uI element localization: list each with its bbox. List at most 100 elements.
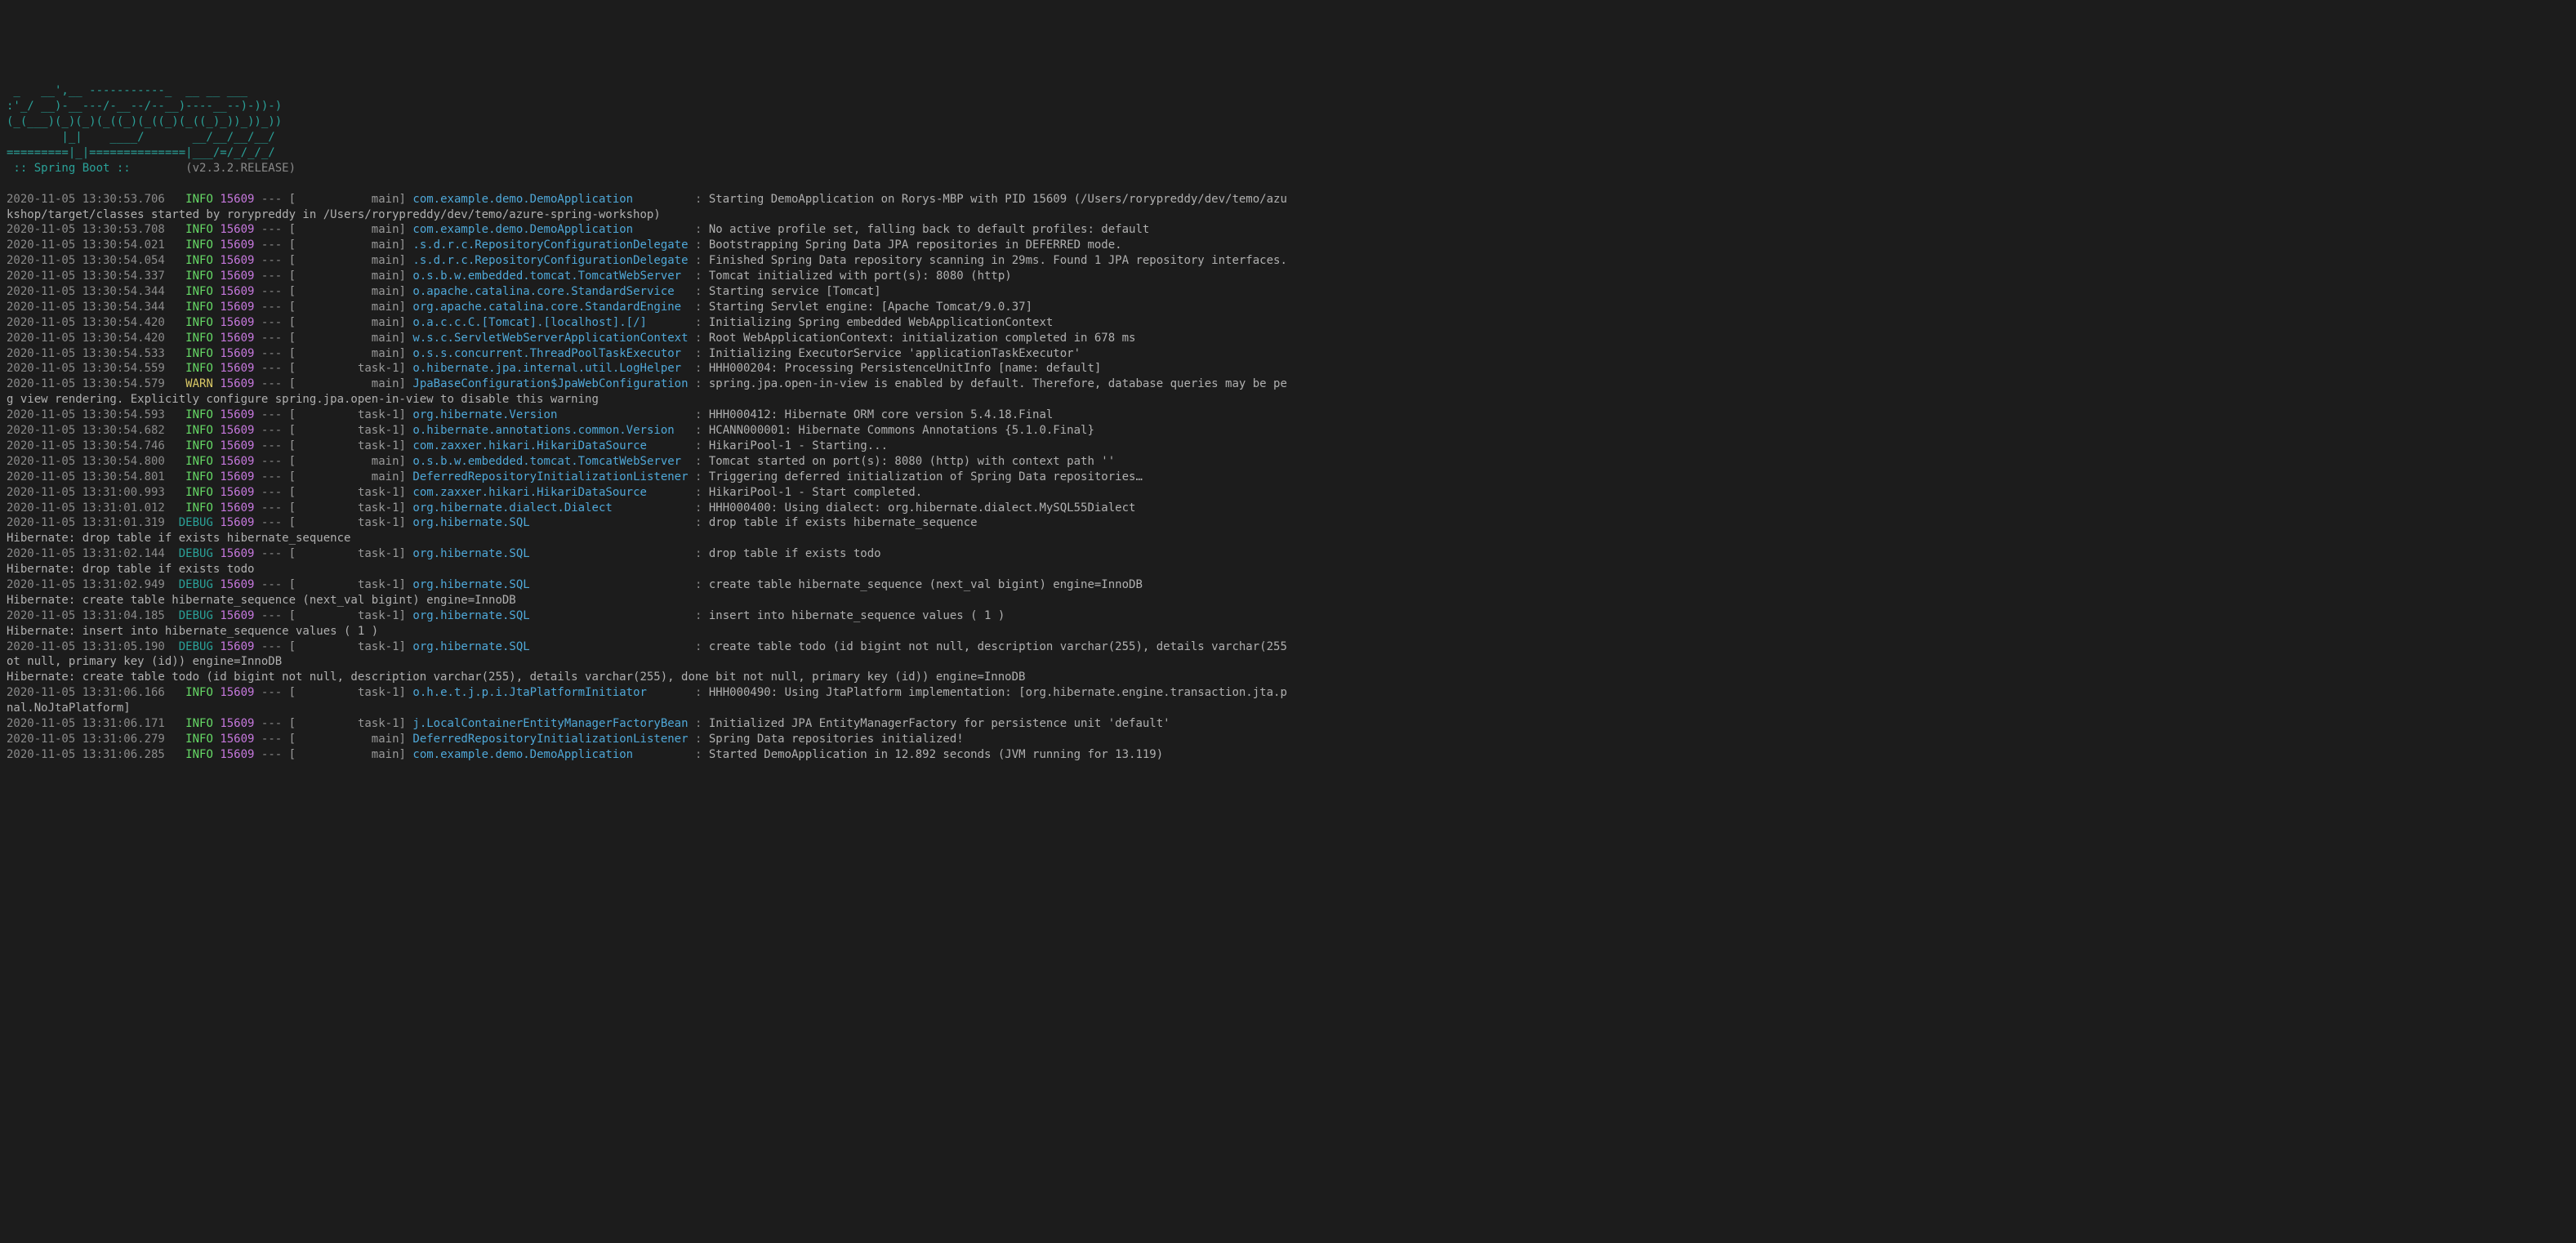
log-pid: 15609 [220,455,254,468]
log-timestamp: 2020-11-05 13:31:06.279 [7,733,165,746]
log-separator: --- [261,486,282,499]
log-level: INFO [179,439,213,452]
log-pid: 15609 [220,316,254,329]
log-separator: --- [261,347,282,360]
log-timestamp: 2020-11-05 13:30:53.706 [7,193,165,206]
log-level: INFO [179,238,213,252]
log-separator: --- [261,609,282,622]
log-separator: --- [261,516,282,529]
log-thread: [ task-1] [289,486,406,499]
log-level: INFO [179,332,213,345]
log-colon: : [695,362,702,375]
log-message: Tomcat initialized with port(s): 8080 (h… [709,270,1012,283]
log-separator: --- [261,640,282,653]
log-pid: 15609 [220,362,254,375]
log-thread: [ task-1] [289,686,406,699]
log-logger: com.example.demo.DemoApplication [412,193,688,206]
log-message: spring.jpa.open-in-view is enabled by de… [709,377,1287,390]
log-thread: [ task-1] [289,578,406,591]
log-separator: --- [261,285,282,298]
log-message: HHH000490: Using JtaPlatform implementat… [709,686,1287,699]
log-separator: --- [261,316,282,329]
log-thread: [ main] [289,238,406,252]
log-separator: --- [261,332,282,345]
log-line: 2020-11-05 13:30:53.706 INFO 15609 --- [… [7,192,2569,207]
log-line: g view rendering. Explicitly configure s… [7,392,2569,408]
log-message: HHH000412: Hibernate ORM core version 5.… [709,408,1053,421]
log-logger: com.example.demo.DemoApplication [412,223,688,236]
log-separator: --- [261,270,282,283]
log-logger: .s.d.r.c.RepositoryConfigurationDelegate [412,238,688,252]
log-logger: JpaBaseConfiguration$JpaWebConfiguration [412,377,688,390]
log-colon: : [695,377,702,390]
log-timestamp: 2020-11-05 13:31:02.144 [7,547,165,560]
log-line: Hibernate: drop table if exists hibernat… [7,531,2569,546]
log-level: INFO [179,408,213,421]
log-timestamp: 2020-11-05 13:30:54.021 [7,238,165,252]
log-separator: --- [261,424,282,437]
log-message: HikariPool-1 - Start completed. [709,486,922,499]
log-level: INFO [179,424,213,437]
log-line: 2020-11-05 13:31:06.279 INFO 15609 --- [… [7,732,2569,747]
log-timestamp: 2020-11-05 13:30:54.533 [7,347,165,360]
log-line: 2020-11-05 13:30:54.344 INFO 15609 --- [… [7,284,2569,300]
log-separator: --- [261,470,282,483]
log-logger: o.hibernate.annotations.common.Version [412,424,688,437]
log-level: INFO [179,362,213,375]
log-thread: [ main] [289,470,406,483]
log-message: HHH000400: Using dialect: org.hibernate.… [709,501,1136,515]
log-level: INFO [179,686,213,699]
log-line: 2020-11-05 13:30:54.682 INFO 15609 --- [… [7,423,2569,439]
log-level: DEBUG [179,578,213,591]
log-level: DEBUG [179,516,213,529]
log-thread: [ main] [289,347,406,360]
log-line: 2020-11-05 13:31:06.171 INFO 15609 --- [… [7,716,2569,732]
log-level: INFO [179,733,213,746]
log-colon: : [695,439,702,452]
log-separator: --- [261,686,282,699]
log-timestamp: 2020-11-05 13:30:54.420 [7,332,165,345]
log-colon: : [695,301,702,314]
log-level: INFO [179,254,213,267]
log-pid: 15609 [220,640,254,653]
log-wrap-text: kshop/target/classes started by rorypred… [7,208,661,221]
log-body: 2020-11-05 13:30:53.706 INFO 15609 --- [… [7,192,2569,763]
log-thread: [ main] [289,285,406,298]
log-logger: o.a.c.c.C.[Tomcat].[localhost].[/] [412,316,688,329]
spring-boot-label: :: Spring Boot :: [7,162,185,175]
log-colon: : [695,578,702,591]
log-colon: : [695,717,702,730]
log-line: 2020-11-05 13:31:01.319 DEBUG 15609 --- … [7,515,2569,531]
log-pid: 15609 [220,270,254,283]
log-colon: : [695,424,702,437]
log-level: INFO [179,501,213,515]
log-logger: o.apache.catalina.core.StandardService [412,285,688,298]
log-timestamp: 2020-11-05 13:30:54.420 [7,316,165,329]
log-separator: --- [261,362,282,375]
log-level: INFO [179,301,213,314]
log-line: 2020-11-05 13:31:04.185 DEBUG 15609 --- … [7,608,2569,624]
log-line: ot null, primary key (id)) engine=InnoDB [7,654,2569,670]
spring-version: (v2.3.2.RELEASE) [185,162,296,175]
log-pid: 15609 [220,748,254,761]
log-line: 2020-11-05 13:30:54.746 INFO 15609 --- [… [7,439,2569,454]
log-thread: [ task-1] [289,408,406,421]
log-line: 2020-11-05 13:30:54.054 INFO 15609 --- [… [7,253,2569,269]
log-message: Initializing Spring embedded WebApplicat… [709,316,1053,329]
log-pid: 15609 [220,547,254,560]
log-pid: 15609 [220,439,254,452]
log-pid: 15609 [220,424,254,437]
log-line: 2020-11-05 13:31:00.993 INFO 15609 --- [… [7,485,2569,501]
log-level: INFO [179,285,213,298]
log-line: 2020-11-05 13:30:54.559 INFO 15609 --- [… [7,361,2569,376]
log-logger: org.hibernate.dialect.Dialect [412,501,688,515]
log-logger: DeferredRepositoryInitializationListener [412,470,688,483]
log-pid: 15609 [220,193,254,206]
log-message: HHH000204: Processing PersistenceUnitInf… [709,362,1101,375]
log-colon: : [695,270,702,283]
log-line: 2020-11-05 13:30:54.337 INFO 15609 --- [… [7,269,2569,284]
log-logger: j.LocalContainerEntityManagerFactoryBean [412,717,688,730]
log-thread: [ task-1] [289,547,406,560]
log-line: 2020-11-05 13:30:54.533 INFO 15609 --- [… [7,346,2569,362]
log-colon: : [695,547,702,560]
